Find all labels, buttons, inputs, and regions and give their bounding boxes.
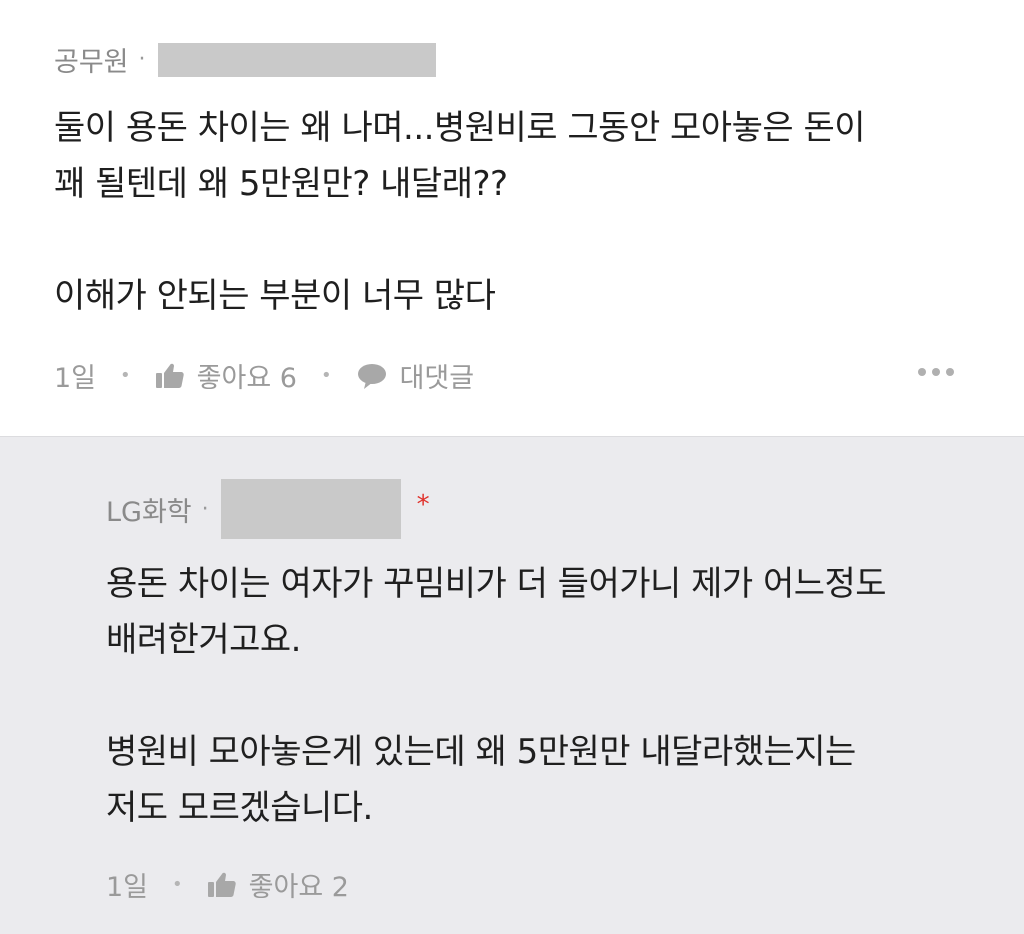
like-label: 좋아요 2 [248,872,349,903]
comment-actions: 1일 • 좋아요 6 • 대댓글 [54,356,474,395]
reply-comment: LG화학 · * 용돈 차이는 여자가 꾸밈비가 더 들어가니 제가 어느정도 … [0,436,1024,934]
reply-line: 병원비 모아놓은게 있는데 왜 5만원만 내달라했는지는 [106,732,856,772]
author-name[interactable]: 공무원 [54,40,129,79]
comment-line: 꽤 될텐데 왜 5만원만? 내달래?? [54,164,508,204]
comment-line: 둘이 용돈 차이는 왜 나며...병원비로 그동안 모아놓은 돈이 [54,108,866,148]
comment: 공무원 · 둘이 용돈 차이는 왜 나며...병원비로 그동안 모아놓은 돈이 … [0,0,1024,436]
like-button[interactable]: 좋아요 6 [155,356,297,395]
reply-body: 용돈 차이는 여자가 꾸밈비가 더 들어가니 제가 어느정도 배려한거고요. 병… [106,556,986,836]
like-label: 좋아요 6 [196,363,297,394]
author-name[interactable]: LG화학 [106,490,192,529]
comment-meta: 공무원 · [54,40,436,79]
reply-button[interactable]: 대댓글 [356,356,475,395]
reply-line: 저도 모르겠습니다. [106,788,373,828]
action-separator: • [120,365,131,386]
more-options-button[interactable] [918,368,954,376]
author-marker: * [416,490,430,520]
speech-bubble-icon [357,363,386,389]
action-separator: • [172,874,183,895]
reply-line: 용돈 차이는 여자가 꾸밈비가 더 들어가니 제가 어느정도 [106,564,887,604]
timestamp: 1일 [106,872,149,903]
reply-line: 배려한거고요. [106,620,302,660]
like-button[interactable]: 좋아요 2 [207,865,349,904]
reply-meta: LG화학 · * [106,479,430,539]
thumbs-up-icon [207,872,236,897]
meta-separator: · [201,496,209,522]
more-dots-icon [918,368,926,376]
comment-line: 이해가 안되는 부분이 너무 많다 [54,276,496,316]
timestamp: 1일 [54,363,97,394]
meta-separator: · [138,47,146,72]
reply-actions: 1일 • 좋아요 2 [106,865,349,904]
comment-body: 둘이 용돈 차이는 왜 나며...병원비로 그동안 모아놓은 돈이 꽤 될텐데 … [54,100,974,324]
redacted-info [157,42,436,77]
reply-label: 대댓글 [399,363,475,394]
action-separator: • [320,365,332,386]
redacted-info [220,479,401,539]
thumbs-up-icon [155,363,184,388]
